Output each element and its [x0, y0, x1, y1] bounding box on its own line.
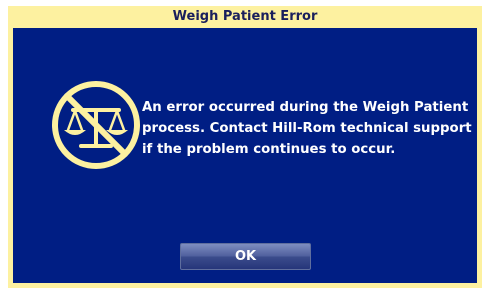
ok-button[interactable]: OK: [180, 243, 311, 270]
dialog-title: Weigh Patient Error: [172, 9, 318, 24]
no-scale-icon: [49, 78, 143, 172]
error-dialog: Weigh Patient Error An error occurred du…: [8, 6, 482, 288]
error-message: An error occurred during the Weigh Patie…: [142, 100, 472, 157]
